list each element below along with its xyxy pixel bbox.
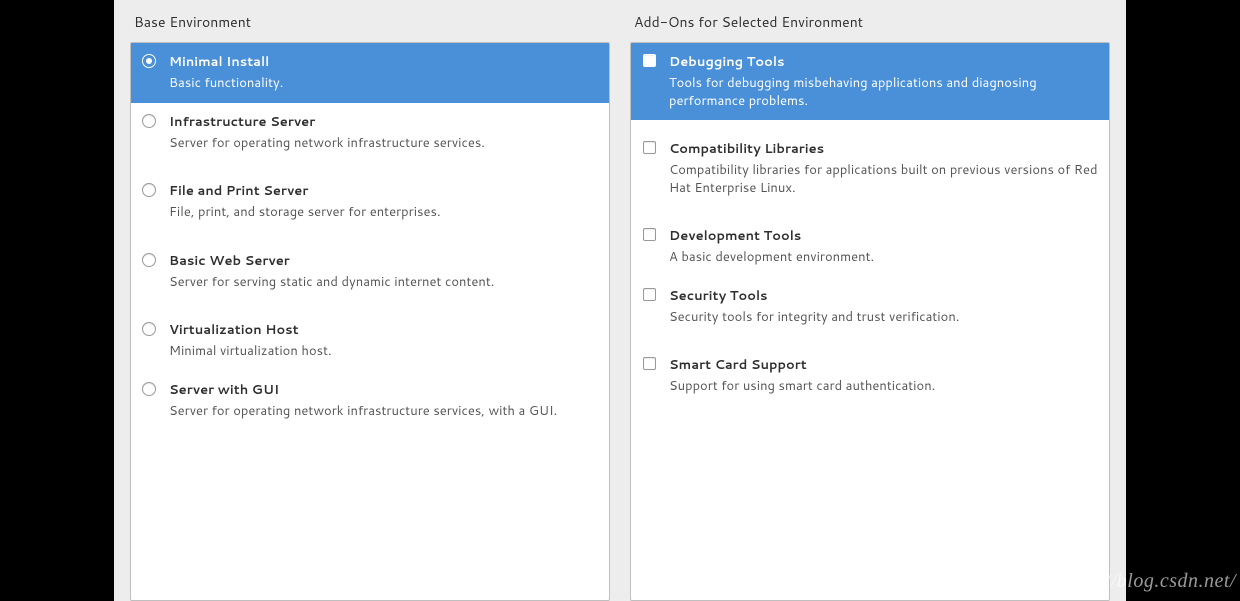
option-title: Compatibility Libraries <box>669 140 1101 158</box>
option-title: Basic Web Server <box>169 252 601 270</box>
option-desc: Security tools for integrity and trust v… <box>669 309 1101 327</box>
environment-option-minimal-install[interactable]: Minimal Install Basic functionality. <box>131 43 609 103</box>
checkbox-icon[interactable] <box>643 288 656 301</box>
addons-list[interactable]: Debugging Tools Tools for debugging misb… <box>630 42 1110 601</box>
option-desc: Tools for debugging misbehaving applicat… <box>669 75 1101 110</box>
radio-icon[interactable] <box>142 183 156 197</box>
addon-option-debugging-tools[interactable]: Debugging Tools Tools for debugging misb… <box>631 43 1109 120</box>
option-desc: Basic functionality. <box>169 75 601 93</box>
addon-option-security-tools[interactable]: Security Tools Security tools for integr… <box>631 277 1109 337</box>
option-desc: Compatibility libraries for applications… <box>669 162 1101 197</box>
addons-column: Add-Ons for Selected Environment Debuggi… <box>620 0 1126 601</box>
environment-option-server-with-gui[interactable]: Server with GUI Server for operating net… <box>131 371 609 431</box>
checkbox-icon[interactable] <box>643 141 656 154</box>
option-title: File and Print Server <box>169 182 601 200</box>
base-environment-column: Base Environment Minimal Install Basic f… <box>114 0 620 601</box>
base-environment-title: Base Environment <box>130 0 610 42</box>
environment-option-basic-web-server[interactable]: Basic Web Server Server for serving stat… <box>131 242 609 302</box>
software-selection-panel: Base Environment Minimal Install Basic f… <box>114 0 1126 601</box>
addon-option-development-tools[interactable]: Development Tools A basic development en… <box>631 217 1109 277</box>
option-desc: Server for serving static and dynamic in… <box>169 274 601 292</box>
option-desc: A basic development environment. <box>669 249 1101 267</box>
checkbox-icon[interactable] <box>643 357 656 370</box>
option-title: Debugging Tools <box>669 53 1101 71</box>
addons-title: Add-Ons for Selected Environment <box>630 0 1110 42</box>
option-title: Virtualization Host <box>169 321 601 339</box>
option-title: Smart Card Support <box>669 356 1101 374</box>
option-desc: Server for operating network infrastruct… <box>169 403 601 421</box>
option-desc: Minimal virtualization host. <box>169 343 601 361</box>
environment-option-infrastructure-server[interactable]: Infrastructure Server Server for operati… <box>131 103 609 163</box>
addon-option-smart-card-support[interactable]: Smart Card Support Support for using sma… <box>631 346 1109 406</box>
radio-selected-icon[interactable] <box>142 54 156 68</box>
option-title: Development Tools <box>669 227 1101 245</box>
option-title: Minimal Install <box>169 53 601 71</box>
radio-icon[interactable] <box>142 114 156 128</box>
option-desc: File, print, and storage server for ente… <box>169 204 601 222</box>
radio-icon[interactable] <box>142 253 156 267</box>
option-title: Server with GUI <box>169 381 601 399</box>
checkbox-icon[interactable] <box>643 54 656 67</box>
environment-option-file-print-server[interactable]: File and Print Server File, print, and s… <box>131 172 609 232</box>
addon-option-compatibility-libraries[interactable]: Compatibility Libraries Compatibility li… <box>631 130 1109 207</box>
environment-option-virtualization-host[interactable]: Virtualization Host Minimal virtualizati… <box>131 311 609 371</box>
environment-list[interactable]: Minimal Install Basic functionality. Inf… <box>130 42 610 601</box>
checkbox-icon[interactable] <box>643 228 656 241</box>
option-desc: Support for using smart card authenticat… <box>669 378 1101 396</box>
radio-icon[interactable] <box>142 322 156 336</box>
option-desc: Server for operating network infrastruct… <box>169 135 601 153</box>
radio-icon[interactable] <box>142 382 156 396</box>
option-title: Infrastructure Server <box>169 113 601 131</box>
option-title: Security Tools <box>669 287 1101 305</box>
